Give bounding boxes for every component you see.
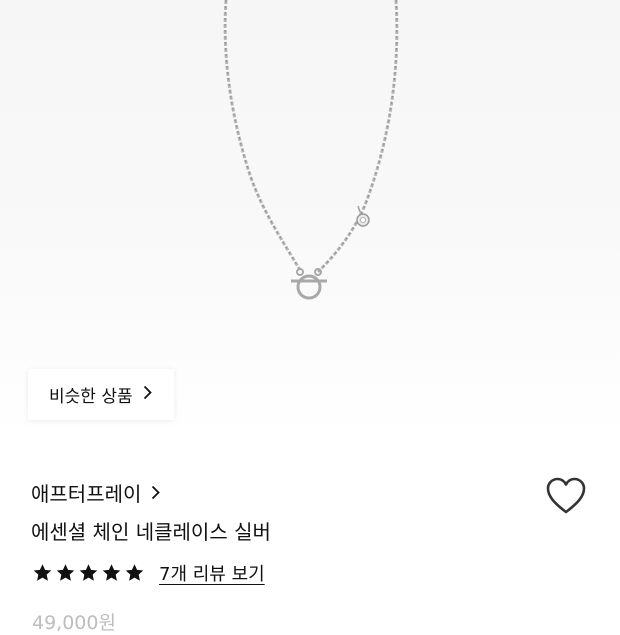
wishlist-heart-icon[interactable]: [545, 476, 587, 516]
rating-row: 7개 리뷰 보기: [32, 560, 265, 586]
rating-stars: [32, 563, 145, 583]
star-icon: [33, 564, 52, 581]
similar-products-label: 비슷한 상품: [49, 387, 133, 407]
product-price: 49,000원: [32, 612, 116, 634]
chevron-right-icon: [151, 481, 161, 505]
similar-products-button[interactable]: 비슷한 상품: [28, 369, 174, 420]
review-link[interactable]: 7개 리뷰 보기: [159, 560, 265, 586]
star-icon: [79, 564, 98, 581]
brand-link[interactable]: 애프터프레이: [31, 478, 161, 507]
brand-name: 애프터프레이: [31, 482, 142, 506]
chevron-right-icon: [143, 385, 152, 405]
star-icon: [56, 564, 75, 581]
product-name: 에센셜 체인 네클레이스 실버: [31, 520, 271, 544]
star-icon: [102, 564, 121, 581]
star-icon: [125, 564, 144, 581]
